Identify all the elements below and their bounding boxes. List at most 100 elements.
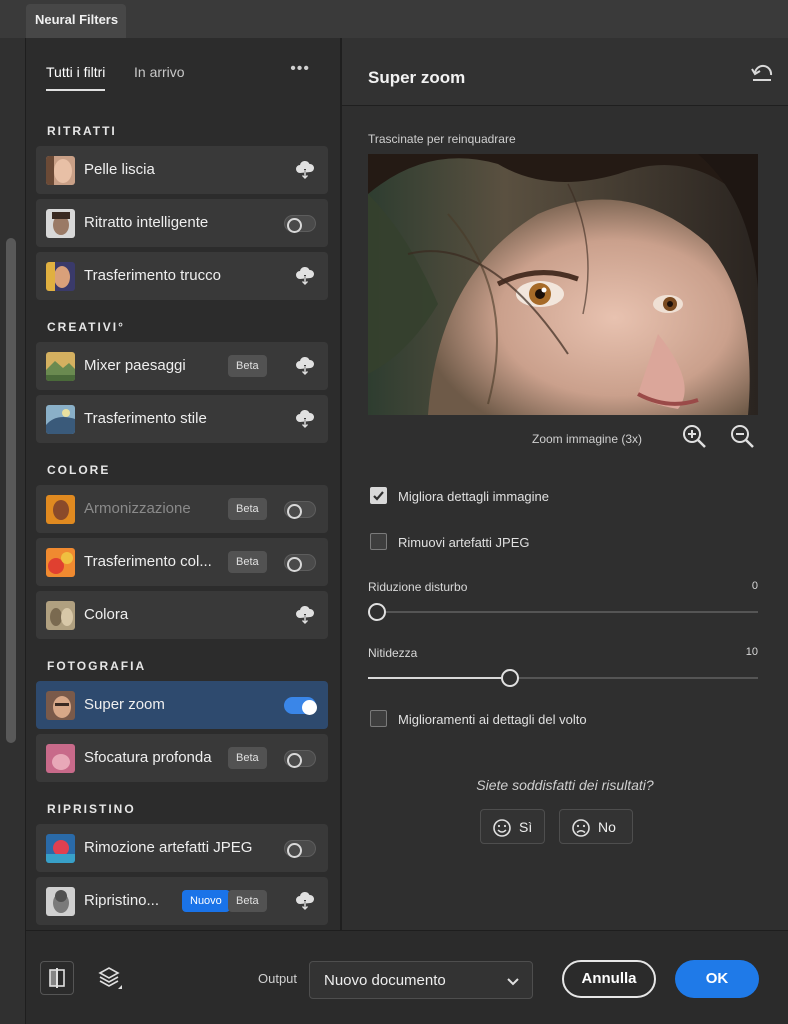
filter-thumbnail	[46, 262, 75, 291]
scrollbar[interactable]	[6, 238, 16, 743]
filter-label: Trasferimento col...	[84, 553, 212, 570]
filter-tabs: Tutti i filtri In arrivo •••	[26, 38, 340, 98]
filter-label: Super zoom	[84, 696, 165, 713]
filter-thumbnail	[46, 601, 75, 630]
remove-jpeg-artifacts-checkbox[interactable]	[370, 533, 387, 550]
noise-reduction-value: 0	[751, 580, 758, 592]
filter-label: Sfocatura profonda	[84, 749, 212, 766]
filter-toggle[interactable]	[284, 697, 317, 715]
filter-item-trasferimento-colore[interactable]: Trasferimento col... Beta	[36, 538, 328, 586]
filter-label: Trasferimento trucco	[84, 267, 221, 284]
filter-toggle[interactable]	[284, 501, 316, 519]
noise-reduction-slider[interactable]	[368, 603, 758, 621]
cancel-button[interactable]: Annulla	[562, 960, 656, 998]
smile-icon	[493, 819, 511, 837]
section-title: RIPRISTINO	[47, 802, 136, 816]
filter-thumbnail	[46, 495, 75, 524]
reset-icon[interactable]	[750, 64, 774, 86]
cloud-download-icon[interactable]	[294, 409, 316, 429]
filter-toggle[interactable]	[284, 750, 316, 768]
image-preview[interactable]	[368, 154, 758, 415]
frown-icon	[572, 819, 590, 837]
cloud-download-icon[interactable]	[294, 356, 316, 376]
filter-item-mixer-paesaggi[interactable]: Mixer paesaggi Beta	[36, 342, 328, 390]
beta-badge: Beta	[228, 551, 267, 573]
filter-thumbnail	[46, 691, 75, 720]
zoom-in-icon[interactable]	[682, 424, 708, 450]
filter-toggle[interactable]	[284, 840, 316, 858]
filter-label: Armonizzazione	[84, 500, 191, 517]
filter-item-super-zoom[interactable]: Super zoom	[36, 681, 328, 729]
cloud-download-icon[interactable]	[294, 891, 316, 911]
section-title: FOTOGRAFIA	[47, 659, 147, 673]
filter-item-trasferimento-stile[interactable]: Trasferimento stile	[36, 395, 328, 443]
noise-reduction-knob[interactable]	[368, 603, 386, 621]
ok-button[interactable]: OK	[675, 960, 759, 998]
output-select[interactable]: Nuovo documento	[309, 961, 533, 999]
zoom-out-icon[interactable]	[730, 424, 756, 450]
filter-settings-panel: Super zoom Trascinate per reinquadrare Z…	[342, 38, 788, 930]
feedback-no-button[interactable]: No	[559, 809, 633, 844]
filter-item-trasferimento-trucco[interactable]: Trasferimento trucco	[36, 252, 328, 300]
sharpness-slider[interactable]	[368, 669, 758, 687]
filter-thumbnail	[46, 209, 75, 238]
output-select-value: Nuovo documento	[324, 972, 446, 989]
filter-item-pelle-liscia[interactable]: Pelle liscia	[36, 146, 328, 194]
beta-badge: Beta	[228, 498, 267, 520]
filter-label: Mixer paesaggi	[84, 357, 186, 374]
filter-item-armonizzazione[interactable]: Armonizzazione Beta	[36, 485, 328, 533]
sharpness-fill	[368, 677, 501, 679]
beta-badge: Beta	[228, 747, 267, 769]
window-title-tab[interactable]: Neural Filters	[26, 4, 126, 38]
filter-item-sfocatura-profonda[interactable]: Sfocatura profonda Beta	[36, 734, 328, 782]
filter-thumbnail	[46, 352, 75, 381]
dialog-footer: Output Nuovo documento Annulla OK	[26, 930, 788, 1024]
cloud-download-icon[interactable]	[294, 605, 316, 625]
filter-item-ritratto-intelligente[interactable]: Ritratto intelligente	[36, 199, 328, 247]
filter-thumbnail	[46, 744, 75, 773]
remove-jpeg-artifacts-label: Rimuovi artefatti JPEG	[398, 535, 530, 550]
panel-title: Super zoom	[368, 68, 466, 87]
filter-label: Colora	[84, 606, 129, 623]
filter-label: Ritratto intelligente	[84, 214, 209, 231]
drag-hint: Trascinate per reinquadrare	[368, 132, 516, 146]
compare-view-icon[interactable]	[40, 961, 74, 995]
title-bar: Neural Filters	[0, 0, 788, 38]
feedback-question: Siete soddisfatti dei risultati?	[476, 777, 654, 793]
filter-label: Pelle liscia	[84, 161, 155, 178]
more-options-icon[interactable]: •••	[290, 60, 310, 78]
tab-upcoming[interactable]: In arrivo	[134, 64, 185, 80]
tab-all-filters[interactable]: Tutti i filtri	[46, 64, 106, 91]
filter-toggle[interactable]	[284, 215, 316, 233]
beta-badge: Beta	[228, 890, 267, 912]
sharpness-label: Nitidezza	[368, 646, 418, 660]
filter-label: Ripristino...	[84, 892, 160, 909]
sharpness-knob[interactable]	[500, 669, 519, 687]
filter-thumbnail	[46, 405, 75, 434]
chevron-down-icon	[506, 974, 520, 992]
face-details-checkbox[interactable]	[370, 710, 387, 727]
cloud-download-icon[interactable]	[294, 266, 316, 286]
feedback-yes-button[interactable]: Sì	[480, 809, 545, 844]
section-title: RITRATTI	[47, 124, 117, 138]
layers-icon[interactable]	[92, 961, 126, 995]
enhance-details-checkbox[interactable]	[370, 487, 387, 504]
cloud-download-icon[interactable]	[294, 160, 316, 180]
beta-badge: Beta	[228, 355, 267, 377]
sharpness-value: 10	[745, 646, 758, 658]
filter-item-ripristino[interactable]: Ripristino... Nuovo Beta	[36, 877, 328, 925]
zoom-level-label: Zoom immagine (3x)	[532, 432, 643, 446]
filter-item-rimozione-artefatti-jpeg[interactable]: Rimozione artefatti JPEG	[36, 824, 328, 872]
feedback-no-label: No	[598, 819, 616, 835]
noise-reduction-label: Riduzione disturbo	[368, 580, 468, 594]
filter-thumbnail	[46, 887, 75, 916]
filter-toggle[interactable]	[284, 554, 316, 572]
output-label: Output	[258, 971, 298, 986]
filter-thumbnail	[46, 834, 75, 863]
filter-item-colora[interactable]: Colora	[36, 591, 328, 639]
left-gutter	[0, 38, 26, 1024]
filter-thumbnail	[46, 156, 75, 185]
section-title: CREATIVI°	[47, 320, 125, 334]
filters-sidebar: Tutti i filtri In arrivo ••• RITRATTI Pe…	[26, 38, 340, 930]
face-details-label: Miglioramenti ai dettagli del volto	[398, 712, 587, 727]
